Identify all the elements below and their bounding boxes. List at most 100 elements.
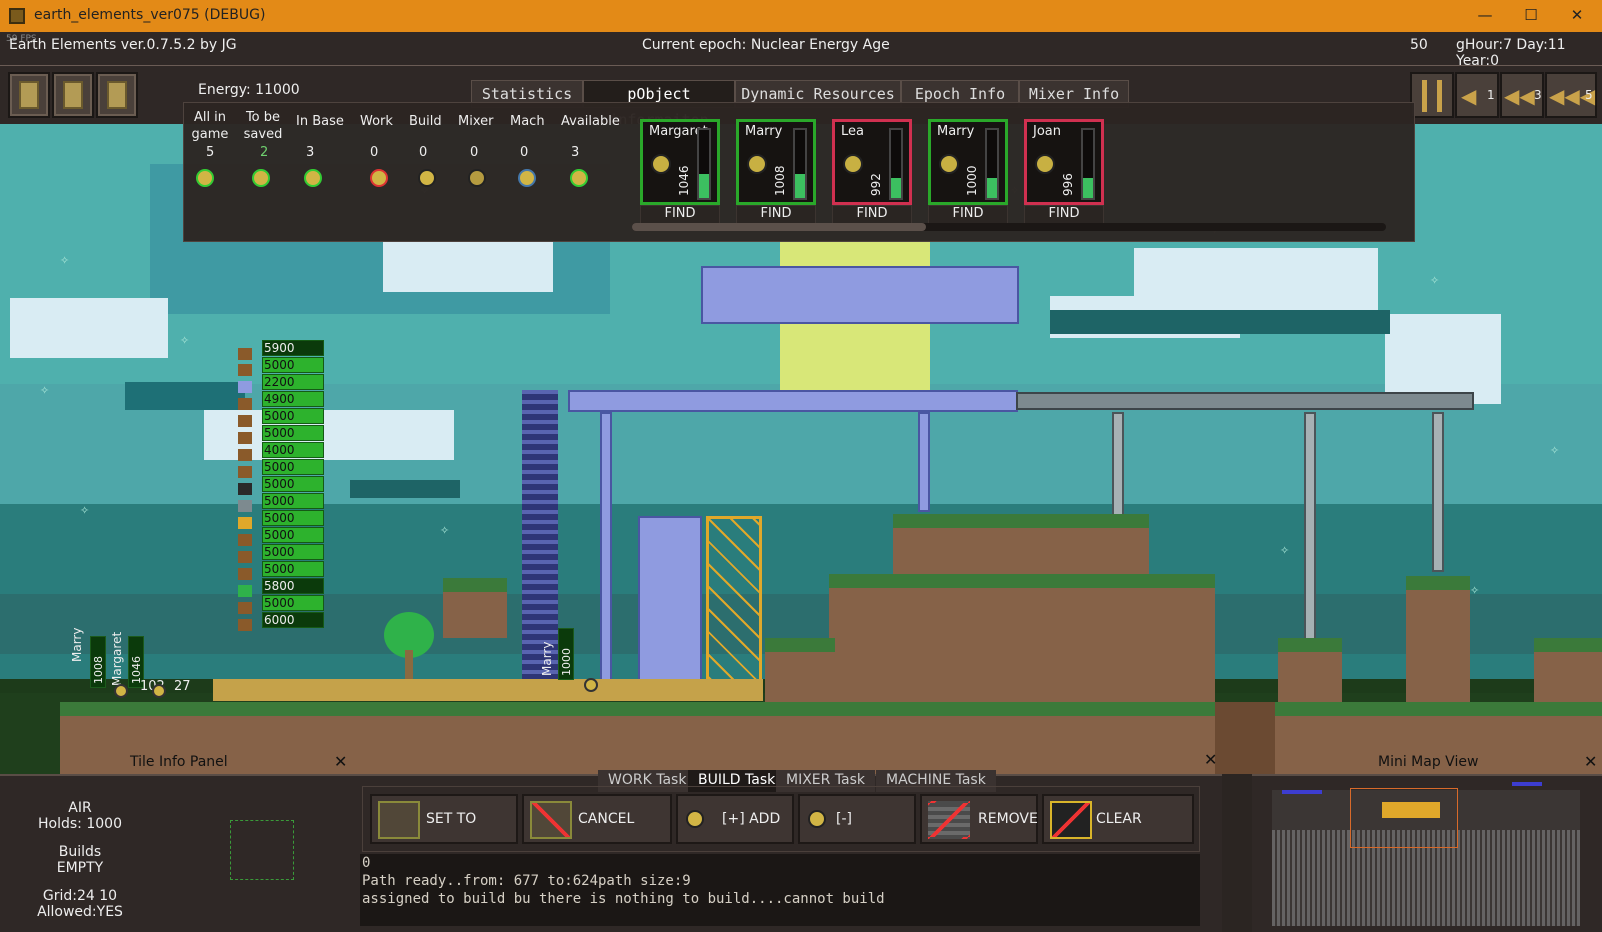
stat-header-to-be-saved: To be saved — [243, 110, 283, 142]
menu-scroll-icon[interactable] — [52, 72, 94, 118]
human-available-icon — [570, 169, 588, 187]
maximize-button[interactable]: ☐ — [1508, 0, 1554, 32]
human-sprite[interactable] — [114, 684, 128, 698]
minimap-panel: Mini Map View ✕ — [1252, 752, 1602, 932]
find-button[interactable]: FIND — [640, 205, 720, 225]
health-bar-fill — [1083, 177, 1093, 198]
human-card-name: Marry — [937, 124, 975, 139]
stat-value-available: 3 — [571, 145, 580, 160]
resource-value: 6000 — [262, 612, 324, 628]
human-card[interactable]: Joan 996 — [1024, 119, 1104, 205]
human-card[interactable]: Lea 992 — [832, 119, 912, 205]
speed-1-button[interactable]: ◀ 1 — [1455, 72, 1499, 118]
hud-top-bar: 59 FPS Earth Elements ver.0.7.5.2 by JG … — [0, 32, 1602, 69]
stat-header-available: Available — [561, 114, 620, 129]
resource-value: 5000 — [262, 595, 324, 611]
human-face-icon — [843, 154, 863, 174]
speed-3-button[interactable]: ◀◀ 3 — [1500, 72, 1544, 118]
speed-5-button[interactable]: ◀◀◀ 5 — [1545, 72, 1597, 118]
resource-icon — [238, 381, 252, 393]
log-line: Path ready..from: 677 to:624path size:9 — [362, 873, 691, 889]
resource-value: 5000 — [262, 459, 324, 475]
resource-value: 5900 — [262, 340, 324, 356]
human-card-value: 1008 — [773, 165, 787, 196]
map-human-name: Marry — [70, 627, 84, 662]
health-bar — [985, 128, 999, 200]
window-title: earth_elements_ver075 (DEBUG) — [34, 7, 266, 23]
cards-scrollbar[interactable] — [632, 223, 1386, 231]
map-human-value: 1046 — [130, 656, 143, 684]
scrollbar-thumb[interactable] — [632, 223, 926, 231]
resource-value: 5000 — [262, 510, 324, 526]
human-card[interactable]: Marry 1000 — [928, 119, 1008, 205]
health-bar — [889, 128, 903, 200]
find-button[interactable]: FIND — [928, 205, 1008, 225]
human-sprite[interactable] — [584, 678, 598, 692]
minimize-button[interactable]: — — [1462, 0, 1508, 32]
human-all-icon — [196, 169, 214, 187]
menu-book-icon[interactable] — [8, 72, 50, 118]
rewind-icon: ◀ — [1461, 84, 1477, 108]
human-card-name: Lea — [841, 124, 864, 139]
stat-value-mixer: 0 — [470, 145, 479, 160]
pause-icon — [1422, 80, 1442, 112]
resource-icon — [238, 551, 252, 563]
set-to-build-button[interactable]: SET TO BUILD — [370, 794, 518, 873]
find-button[interactable]: FIND — [736, 205, 816, 225]
stat-value-to-be-saved: 2 — [260, 145, 269, 160]
resource-value: 5000 — [262, 527, 324, 543]
tile-builds-label: Builds — [58, 844, 102, 860]
cancel-build-button[interactable]: CANCEL BUILD — [522, 794, 672, 873]
log-line: 0 — [362, 855, 371, 871]
minimap[interactable] — [1272, 782, 1580, 926]
speed-5-label: 5 — [1585, 88, 1593, 102]
energy-readout: Energy: 11000 — [198, 82, 300, 98]
speed-3-label: 3 — [1534, 88, 1542, 102]
human-build-icon — [418, 169, 436, 187]
close-button[interactable]: ✕ — [1554, 0, 1600, 32]
minimap-viewport[interactable] — [1350, 788, 1458, 848]
release-worker-button[interactable]: [-] RELEASE — [798, 794, 916, 873]
resource-icon — [238, 348, 252, 360]
remove-label: REMOVE — [978, 811, 1038, 827]
remove-button[interactable]: REMOVE — [920, 794, 1038, 844]
human-card[interactable]: Marry 1008 — [736, 119, 816, 205]
resource-icon — [238, 398, 252, 410]
human-mach-icon — [518, 169, 536, 187]
game-speed: 50 — [1410, 37, 1428, 53]
stat-header-mach: Mach — [510, 114, 545, 129]
resource-icon — [238, 449, 252, 461]
tile-holds: Holds: 1000 — [38, 816, 122, 832]
resource-icon — [238, 483, 252, 495]
window-titlebar: earth_elements_ver075 (DEBUG) — ☐ ✕ — [0, 0, 1602, 32]
add-worker-label: [+] ADD — [722, 811, 781, 827]
human-card-value: 1046 — [677, 165, 691, 196]
map-human-name: Margaret — [110, 631, 124, 686]
task-panel-close-icon[interactable]: ✕ — [1204, 750, 1217, 769]
worker-face-icon — [686, 810, 704, 828]
tile-panel-close-icon[interactable]: ✕ — [334, 752, 347, 771]
stat-header-work: Work — [360, 114, 393, 129]
log-line: assigned to build bu there is nothing to… — [362, 891, 885, 907]
minimap-close-icon[interactable]: ✕ — [1584, 752, 1597, 771]
resource-icon — [238, 364, 252, 376]
resource-value: 5000 — [262, 425, 324, 441]
human-face-icon — [747, 154, 767, 174]
health-bar-fill — [891, 177, 901, 198]
map-human-value: 1008 — [92, 656, 105, 684]
resource-value: 4000 — [262, 442, 324, 458]
human-face-icon — [939, 154, 959, 174]
menu-ledger-icon[interactable] — [96, 72, 138, 118]
find-button[interactable]: FIND — [1024, 205, 1104, 225]
human-card[interactable]: Margaret 1046 — [640, 119, 720, 205]
human-base-icon — [304, 169, 322, 187]
resource-icon — [238, 619, 252, 631]
minimap-title: Mini Map View — [1378, 754, 1479, 770]
clear-cursor-button[interactable]: CLEAR CURSOR — [1042, 794, 1194, 873]
pause-button[interactable] — [1410, 72, 1454, 118]
human-sprite[interactable] — [152, 684, 166, 698]
add-worker-button[interactable]: [+] ADD — [676, 794, 794, 844]
health-bar-fill — [699, 174, 709, 198]
find-button[interactable]: FIND — [832, 205, 912, 225]
resource-icon — [238, 585, 252, 597]
